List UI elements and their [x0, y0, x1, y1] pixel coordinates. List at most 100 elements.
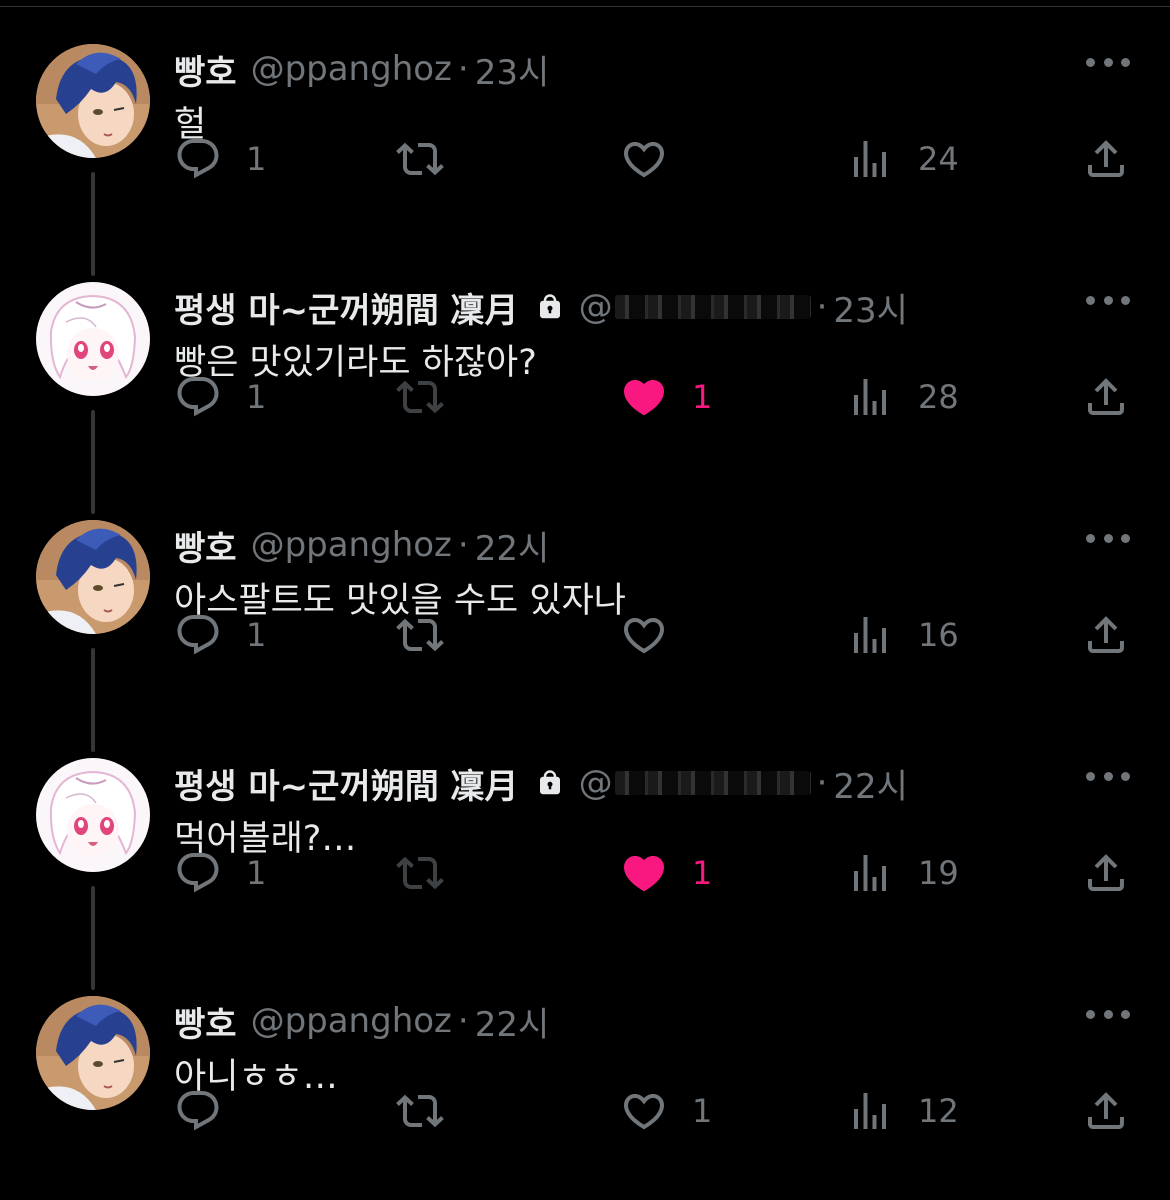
- timestamp[interactable]: 22시: [475, 997, 550, 1046]
- more-icon: [1086, 1009, 1095, 1019]
- more-options-button[interactable]: [1086, 52, 1130, 72]
- author-handle[interactable]: @ppanghoz: [251, 525, 452, 565]
- tweet[interactable]: 평생 마~군꺼朔間 凜月 @ · 23시 빵은 맛있기라도 하잖아? 1 1 2…: [0, 246, 1170, 514]
- more-options-button[interactable]: [1086, 1004, 1130, 1024]
- views-icon: [846, 611, 894, 659]
- reply-count: 1: [246, 616, 267, 654]
- views-icon: [846, 373, 894, 421]
- timestamp[interactable]: 23시: [475, 45, 550, 94]
- reply-button[interactable]: [174, 1086, 246, 1136]
- retweet-icon: [396, 849, 444, 897]
- share-icon: [1082, 373, 1130, 421]
- tweet-header: 평생 마~군꺼朔間 凜月 @ · 22시: [174, 758, 908, 808]
- author-name[interactable]: 평생 마~군꺼朔間 凜月: [174, 759, 519, 808]
- tweet[interactable]: 빵호 @ppanghoz · 23시 헐 1 24: [0, 8, 1170, 276]
- more-options-button[interactable]: [1086, 290, 1130, 310]
- reply-count: 1: [246, 854, 267, 892]
- like-count: 1: [692, 378, 713, 416]
- avatar[interactable]: [36, 758, 150, 872]
- timestamp[interactable]: 22시: [475, 521, 550, 570]
- blue-hair-avatar: [36, 44, 150, 158]
- lock-icon: [535, 290, 565, 324]
- share-button[interactable]: [1082, 372, 1130, 422]
- more-dot: [1121, 771, 1130, 781]
- reply-icon: [174, 849, 222, 897]
- share-icon: [1082, 135, 1130, 183]
- like-icon: [620, 373, 668, 421]
- more-icon: [1086, 771, 1095, 781]
- views-button[interactable]: 12: [846, 1086, 959, 1136]
- retweet-button[interactable]: [396, 848, 468, 898]
- action-bar: 1 16: [174, 610, 1134, 660]
- reply-icon: [174, 611, 222, 659]
- like-icon: [620, 611, 668, 659]
- author-handle[interactable]: @ppanghoz: [251, 1001, 452, 1041]
- pink-eyes-avatar: [36, 282, 150, 396]
- retweet-button[interactable]: [396, 610, 468, 660]
- reply-icon: [174, 135, 222, 183]
- retweet-button[interactable]: [396, 372, 468, 422]
- retweet-icon: [396, 135, 444, 183]
- share-button[interactable]: [1082, 1086, 1130, 1136]
- pink-eyes-avatar: [36, 758, 150, 872]
- share-button[interactable]: [1082, 610, 1130, 660]
- author-handle[interactable]: @: [579, 763, 613, 803]
- more-options-button[interactable]: [1086, 766, 1130, 786]
- more-icon: [1086, 295, 1095, 305]
- views-button[interactable]: 16: [846, 610, 959, 660]
- more-dot: [1121, 295, 1130, 305]
- like-button[interactable]: 1: [620, 1086, 712, 1136]
- author-name[interactable]: 빵호: [174, 521, 237, 570]
- tweet-header: 평생 마~군꺼朔間 凜月 @ · 23시: [174, 282, 908, 332]
- like-button[interactable]: 1: [620, 848, 712, 898]
- view-count: 12: [918, 1092, 959, 1130]
- more-dot: [1103, 295, 1113, 305]
- author-name[interactable]: 빵호: [174, 45, 237, 94]
- blue-hair-avatar: [36, 996, 150, 1110]
- like-button[interactable]: [620, 610, 692, 660]
- avatar[interactable]: [36, 44, 150, 158]
- reply-icon: [174, 373, 222, 421]
- tweet[interactable]: 빵호 @ppanghoz · 22시 아니ㅎㅎ… 1 12: [0, 960, 1170, 1198]
- avatar[interactable]: [36, 282, 150, 396]
- views-button[interactable]: 28: [846, 372, 959, 422]
- avatar[interactable]: [36, 520, 150, 634]
- views-icon: [846, 1087, 894, 1135]
- author-name[interactable]: 빵호: [174, 997, 237, 1046]
- share-button[interactable]: [1082, 848, 1130, 898]
- tweet[interactable]: 빵호 @ppanghoz · 22시 아스팔트도 맛있을 수도 있자나 1 16: [0, 484, 1170, 752]
- author-handle[interactable]: @ppanghoz: [251, 49, 452, 89]
- separator-dot: ·: [457, 49, 469, 89]
- share-button[interactable]: [1082, 134, 1130, 184]
- blue-hair-avatar: [36, 520, 150, 634]
- like-button[interactable]: [620, 134, 692, 184]
- more-dot: [1103, 1009, 1113, 1019]
- timestamp[interactable]: 23시: [833, 283, 908, 332]
- tweet-header: 빵호 @ppanghoz · 23시: [174, 44, 549, 94]
- author-handle[interactable]: @: [579, 287, 613, 327]
- reply-button[interactable]: 1: [174, 610, 266, 660]
- retweet-icon: [396, 611, 444, 659]
- retweet-button[interactable]: [396, 134, 468, 184]
- author-name[interactable]: 평생 마~군꺼朔間 凜月: [174, 283, 519, 332]
- like-button[interactable]: 1: [620, 372, 712, 422]
- more-dot: [1121, 533, 1130, 543]
- separator-dot: ·: [816, 287, 828, 327]
- separator-dot: ·: [816, 763, 828, 803]
- like-icon: [620, 849, 668, 897]
- reply-button[interactable]: 1: [174, 372, 266, 422]
- action-bar: 1 1 28: [174, 372, 1134, 422]
- retweet-button[interactable]: [396, 1086, 468, 1136]
- more-dot: [1121, 1009, 1130, 1019]
- tweet[interactable]: 평생 마~군꺼朔間 凜月 @ · 22시 먹어볼래?… 1 1 19: [0, 722, 1170, 990]
- more-options-button[interactable]: [1086, 528, 1130, 548]
- views-button[interactable]: 24: [846, 134, 959, 184]
- share-icon: [1082, 611, 1130, 659]
- views-button[interactable]: 19: [846, 848, 959, 898]
- reply-button[interactable]: 1: [174, 134, 266, 184]
- reply-count: 1: [246, 378, 267, 416]
- timestamp[interactable]: 22시: [833, 759, 908, 808]
- reply-count: 1: [246, 140, 267, 178]
- avatar[interactable]: [36, 996, 150, 1110]
- reply-button[interactable]: 1: [174, 848, 266, 898]
